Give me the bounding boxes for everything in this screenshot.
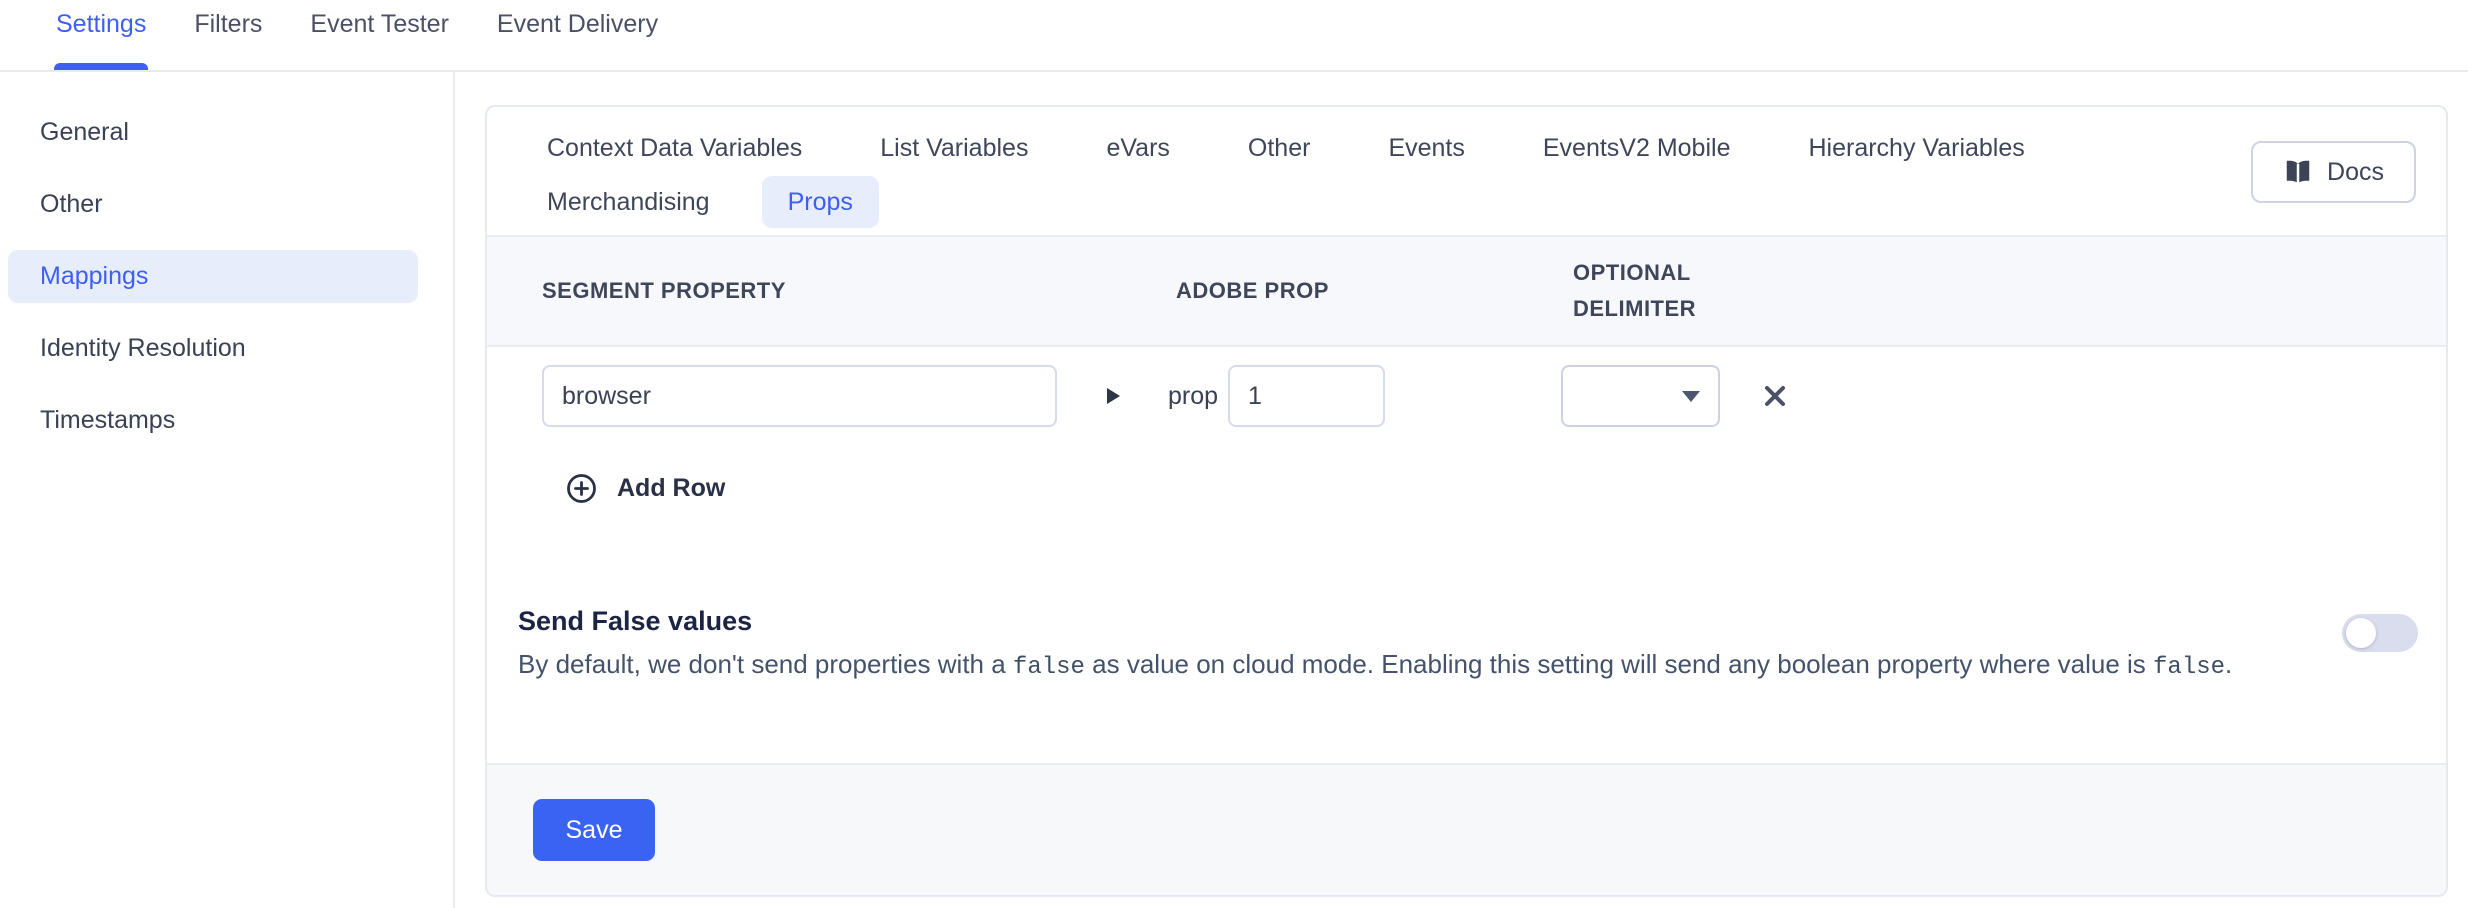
settings-sidebar: General Other Mappings Identity Resoluti… bbox=[0, 72, 455, 908]
send-false-description: By default, we don't send properties wit… bbox=[518, 645, 2308, 687]
tab-hierarchy-variables[interactable]: Hierarchy Variables bbox=[1808, 121, 2024, 175]
sidebar-item-general[interactable]: General bbox=[8, 106, 418, 159]
open-book-icon bbox=[2283, 157, 2313, 187]
code-false: false bbox=[1013, 654, 1085, 681]
card-footer: Save bbox=[487, 763, 2446, 895]
desc-text: as value on cloud mode. Enabling this se… bbox=[1085, 649, 2153, 679]
tab-list-variables[interactable]: List Variables bbox=[880, 121, 1028, 175]
tab-events[interactable]: Events bbox=[1388, 121, 1464, 175]
page-layout: General Other Mappings Identity Resoluti… bbox=[0, 72, 2468, 908]
remove-row-button[interactable] bbox=[1760, 381, 1790, 411]
optional-delimiter-select[interactable] bbox=[1561, 365, 1720, 427]
tab-evars[interactable]: eVars bbox=[1106, 121, 1169, 175]
tab-filters[interactable]: Filters bbox=[194, 0, 262, 70]
sidebar-item-timestamps[interactable]: Timestamps bbox=[8, 394, 418, 447]
toggle-knob bbox=[2346, 618, 2376, 648]
add-row-label: Add Row bbox=[617, 474, 725, 503]
desc-text: By default, we don't send properties wit… bbox=[518, 649, 1013, 679]
segment-property-input[interactable] bbox=[542, 365, 1057, 427]
variable-tab-list: Context Data Variables List Variables eV… bbox=[547, 121, 2147, 229]
docs-button[interactable]: Docs bbox=[2251, 141, 2416, 203]
send-false-title: Send False values bbox=[518, 606, 2446, 637]
circle-plus-icon bbox=[566, 473, 597, 504]
sidebar-item-identity-resolution[interactable]: Identity Resolution bbox=[8, 322, 418, 375]
tab-event-delivery[interactable]: Event Delivery bbox=[497, 0, 658, 70]
adobe-prop-number-input[interactable] bbox=[1228, 365, 1385, 427]
tab-context-data-variables[interactable]: Context Data Variables bbox=[547, 121, 802, 175]
send-false-toggle[interactable] bbox=[2342, 614, 2418, 652]
sidebar-item-mappings[interactable]: Mappings bbox=[8, 250, 418, 303]
tab-eventsv2-mobile[interactable]: EventsV2 Mobile bbox=[1543, 121, 1731, 175]
mapping-table-header: SEGMENT PROPERTY ADOBE PROP OPTIONAL DEL… bbox=[487, 235, 2446, 347]
variable-tabs-block: Context Data Variables List Variables eV… bbox=[487, 107, 2446, 235]
chevron-down-icon bbox=[1682, 391, 1700, 402]
tab-merchandising[interactable]: Merchandising bbox=[547, 175, 710, 229]
send-false-section: Send False values By default, we don't s… bbox=[487, 606, 2446, 687]
tab-other-variables[interactable]: Other bbox=[1248, 121, 1311, 175]
mapping-rows: prop bbox=[487, 347, 2446, 504]
tab-settings[interactable]: Settings bbox=[56, 0, 146, 70]
main-area: Context Data Variables List Variables eV… bbox=[455, 72, 2468, 908]
docs-button-label: Docs bbox=[2327, 158, 2384, 187]
column-header-adobe-prop: ADOBE PROP bbox=[1176, 273, 1573, 309]
column-header-optional-delimiter: OPTIONAL DELIMITER bbox=[1573, 255, 1723, 327]
desc-text: . bbox=[2225, 649, 2232, 679]
top-nav: Settings Filters Event Tester Event Deli… bbox=[0, 0, 2468, 72]
tab-props[interactable]: Props bbox=[762, 176, 879, 228]
tab-event-tester[interactable]: Event Tester bbox=[310, 0, 449, 70]
adobe-prop-prefix-label: prop bbox=[1168, 382, 1218, 411]
sidebar-item-other[interactable]: Other bbox=[8, 178, 418, 231]
column-header-segment-property: SEGMENT PROPERTY bbox=[542, 273, 1176, 309]
maps-to-arrow-icon bbox=[1107, 388, 1120, 404]
close-icon bbox=[1760, 381, 1790, 411]
mappings-card: Context Data Variables List Variables eV… bbox=[485, 105, 2448, 897]
save-button[interactable]: Save bbox=[533, 799, 655, 861]
add-row-button[interactable]: Add Row bbox=[566, 473, 725, 504]
code-false: false bbox=[2153, 654, 2225, 681]
table-row: prop bbox=[542, 365, 2446, 427]
